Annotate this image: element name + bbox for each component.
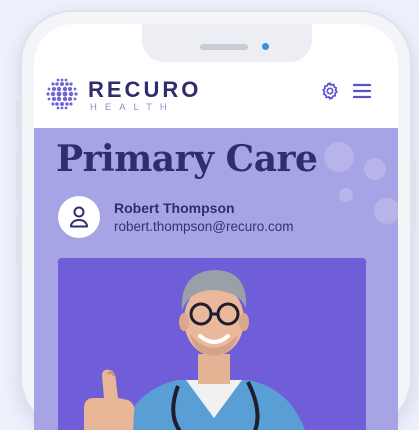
main-content: Primary Care Robert Thompson robert.thom… bbox=[34, 128, 398, 430]
front-camera bbox=[262, 43, 269, 50]
brand-name: RECURO bbox=[88, 77, 202, 102]
phone-side-button bbox=[16, 100, 20, 130]
phone-frame: RECURO HEALTH Primary Care Robert Thomps… bbox=[16, 10, 416, 430]
phone-side-button bbox=[16, 150, 20, 202]
user-email: robert.thompson@recuro.com bbox=[114, 219, 294, 234]
hamburger-menu-icon[interactable] bbox=[352, 82, 372, 100]
phone-side-button bbox=[412, 160, 416, 230]
phone-notch bbox=[142, 24, 312, 62]
decorative-bubble bbox=[374, 198, 398, 224]
app-header: RECURO HEALTH bbox=[34, 70, 398, 128]
doctor-thumbs-up-photo bbox=[58, 258, 366, 430]
phone-side-button bbox=[16, 215, 20, 267]
speaker-grille bbox=[200, 44, 248, 50]
phone-screen: RECURO HEALTH Primary Care Robert Thomps… bbox=[34, 24, 398, 430]
decorative-bubble bbox=[339, 188, 353, 202]
avatar[interactable] bbox=[58, 196, 100, 238]
page-title: Primary Care bbox=[56, 138, 318, 180]
user-icon bbox=[70, 206, 88, 228]
decorative-bubble bbox=[324, 142, 354, 172]
user-name: Robert Thompson bbox=[114, 200, 235, 216]
brand-subtitle: HEALTH bbox=[90, 102, 175, 113]
gear-icon[interactable] bbox=[320, 81, 340, 101]
decorative-bubble bbox=[364, 158, 386, 180]
recuro-logo-icon[interactable] bbox=[44, 76, 80, 112]
doctor-photo bbox=[58, 258, 366, 430]
